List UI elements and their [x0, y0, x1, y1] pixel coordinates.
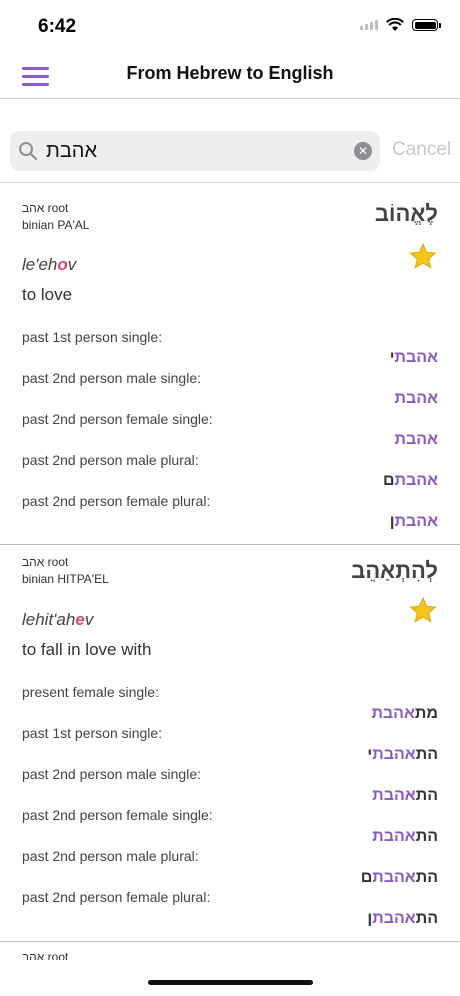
form-label: past 2nd person male single:	[22, 766, 201, 782]
root-label: אהב root	[22, 950, 69, 960]
bottom-fade	[0, 960, 460, 996]
form-label: past 2nd person female single:	[22, 411, 213, 427]
search-input[interactable]	[44, 139, 348, 164]
hebrew-form: אהבת	[394, 431, 438, 448]
status-time: 6:42	[38, 16, 77, 37]
home-indicator	[148, 980, 313, 985]
favorite-star-icon[interactable]	[408, 242, 438, 272]
clear-search-button[interactable]: ✕	[354, 142, 372, 160]
navigation-bar: From Hebrew to English	[0, 54, 460, 99]
binian-label: binian PA'AL	[22, 218, 90, 232]
status-bar: 6:42	[0, 0, 460, 54]
favorite-star-icon[interactable]	[408, 596, 438, 626]
root-label: אהב root	[22, 201, 69, 215]
english-meaning: to love	[22, 285, 73, 304]
hebrew-form: התאהבת	[372, 828, 438, 845]
form-label: past 2nd person female plural:	[22, 889, 211, 905]
form-label: past 2nd person female single:	[22, 807, 213, 823]
search-area: ✕ Cancel	[0, 122, 460, 183]
form-label: past 1st person single:	[22, 725, 163, 741]
search-icon	[19, 142, 38, 161]
page-title: From Hebrew to English	[126, 63, 334, 83]
transliteration: le'ehov	[22, 255, 77, 274]
wifi-icon	[386, 18, 404, 31]
stressed-syllable: e	[75, 610, 85, 629]
root-label: אהב root	[22, 555, 69, 569]
signal-icon	[360, 20, 378, 30]
hebrew-form: מתאהבת	[371, 705, 438, 722]
hebrew-form: אהבתי	[389, 349, 438, 366]
form-label: past 1st person single:	[22, 329, 163, 345]
hebrew-form: התאהבתן	[367, 910, 438, 927]
search-box[interactable]: ✕	[10, 131, 380, 171]
verb-entry[interactable]: אהב root binian HITPA'EL לְהִתְאַהֵב leh…	[0, 545, 460, 942]
hebrew-form: התאהבתם	[360, 869, 438, 886]
form-label: past 2nd person female plural:	[22, 493, 211, 509]
hebrew-infinitive: לְהִתְאַהֵב	[351, 558, 438, 583]
hebrew-form: התאהבת	[372, 787, 438, 804]
english-meaning: to fall in love with	[22, 640, 152, 659]
form-label: past 2nd person male plural:	[22, 848, 199, 864]
battery-icon	[412, 19, 441, 31]
form-label: past 2nd person male single:	[22, 370, 201, 386]
cancel-button[interactable]: Cancel	[392, 139, 451, 161]
stressed-syllable: o	[57, 255, 68, 274]
hebrew-form: אהבתם	[383, 472, 438, 489]
form-label: past 2nd person male plural:	[22, 452, 199, 468]
partial-entry[interactable]: אהב root	[0, 942, 460, 960]
hebrew-form: אהבתן	[389, 513, 438, 530]
hebrew-form: התאהבתי	[367, 746, 438, 763]
binian-label: binian HITPA'EL	[22, 572, 109, 586]
verb-entry[interactable]: אהב root binian PA'AL לֶאֱהוֹב le'ehov t…	[0, 183, 460, 545]
transliteration: lehit'ahev	[22, 610, 94, 629]
hebrew-infinitive: לֶאֱהוֹב	[374, 201, 438, 226]
hebrew-form: אהבת	[394, 390, 438, 407]
form-label: present female single:	[22, 684, 159, 700]
status-icons	[360, 18, 441, 32]
